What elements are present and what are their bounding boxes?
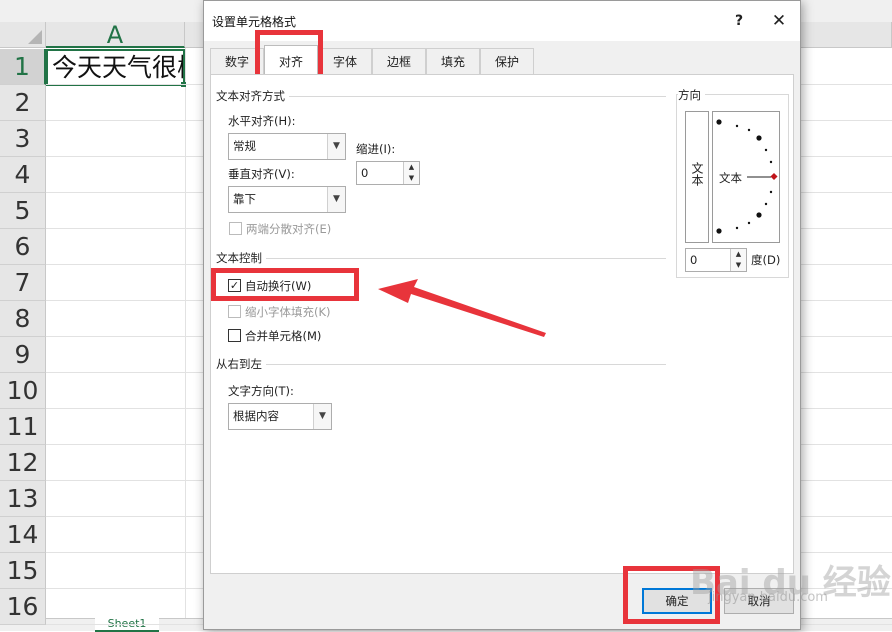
watermark-url: jingyan.baidu.com	[708, 590, 828, 605]
row-header[interactable]: 6	[0, 229, 46, 265]
tab-fill[interactable]: 填充	[426, 48, 480, 74]
orientation-group-title: 方向	[678, 87, 705, 103]
text-direction-value: 根据内容	[233, 409, 279, 423]
row-header[interactable]: 15	[0, 553, 46, 589]
row-header[interactable]: 9	[0, 337, 46, 373]
degrees-spinner[interactable]: 0 ▲ ▼	[685, 248, 747, 272]
row-header[interactable]: 13	[0, 481, 46, 517]
text-direction-select[interactable]: 根据内容 ▼	[228, 403, 332, 430]
chevron-down-icon[interactable]: ▼	[327, 187, 345, 212]
indent-label: 缩进(I):	[356, 142, 396, 156]
horizontal-align-label: 水平对齐(H):	[228, 114, 296, 128]
dialog-title: 设置单元格格式	[212, 15, 297, 29]
group-divider	[216, 258, 666, 259]
horizontal-align-value: 常规	[233, 139, 256, 153]
column-header-a[interactable]: A	[46, 22, 185, 48]
group-divider	[216, 364, 666, 365]
vertical-align-value: 靠下	[233, 192, 256, 206]
row-header[interactable]: 14	[0, 517, 46, 553]
spin-down-icon[interactable]: ▼	[403, 173, 419, 184]
orientation-dial[interactable]: 文本	[712, 111, 780, 243]
row-header[interactable]: 2	[0, 85, 46, 121]
vertical-text-button[interactable]: 文本	[685, 111, 709, 243]
cell-a1[interactable]: 今天天气很棒	[46, 49, 185, 86]
right-to-left-group-title: 从右到左	[216, 356, 266, 372]
grid-line	[185, 48, 186, 618]
chevron-down-icon[interactable]: ▼	[313, 404, 331, 429]
horizontal-align-select[interactable]: 常规 ▼	[228, 133, 346, 160]
dial-text-label: 文本	[719, 171, 742, 185]
red-arrow-annotation	[378, 279, 546, 337]
justify-distributed-label: 两端分散对齐(E)	[246, 222, 332, 236]
tab-protection[interactable]: 保护	[480, 48, 534, 74]
close-button[interactable]: ✕	[764, 9, 794, 33]
row-header[interactable]: 12	[0, 445, 46, 481]
row-header[interactable]: 5	[0, 193, 46, 229]
select-all-corner[interactable]	[0, 22, 46, 48]
row-header[interactable]: 16	[0, 589, 46, 625]
spin-down-icon[interactable]: ▼	[730, 260, 746, 271]
row-header[interactable]: 11	[0, 409, 46, 445]
degrees-value: 0	[690, 253, 698, 267]
merge-cells-checkbox[interactable]	[228, 329, 241, 342]
text-direction-label: 文字方向(T):	[228, 384, 294, 398]
format-cells-dialog: 设置单元格格式 ? ✕ 数字 对齐 字体 边框 填充 保护 文本对齐方式 水平对…	[203, 0, 801, 630]
row-header[interactable]: 1	[0, 49, 46, 85]
row-header[interactable]: 10	[0, 373, 46, 409]
justify-distributed-checkbox[interactable]	[229, 222, 242, 235]
row-header[interactable]: 4	[0, 157, 46, 193]
degrees-label: 度(D)	[751, 253, 781, 267]
row-header[interactable]: 7	[0, 265, 46, 301]
row-header[interactable]: 8	[0, 301, 46, 337]
tab-border[interactable]: 边框	[372, 48, 426, 74]
wrap-text-highlight-box	[211, 268, 359, 301]
merge-cells-label[interactable]: 合并单元格(M)	[245, 328, 321, 344]
help-button[interactable]: ?	[724, 9, 754, 33]
chevron-down-icon[interactable]: ▼	[327, 134, 345, 159]
text-alignment-group-title: 文本对齐方式	[216, 88, 289, 104]
shrink-to-fit-label: 缩小字体填充(K)	[245, 305, 331, 319]
indent-value: 0	[361, 166, 369, 180]
tab-font[interactable]: 字体	[318, 48, 372, 74]
vertical-align-select[interactable]: 靠下 ▼	[228, 186, 346, 213]
text-control-group-title: 文本控制	[216, 250, 266, 266]
vertical-align-label: 垂直对齐(V):	[228, 167, 295, 181]
indent-spinner[interactable]: 0 ▲ ▼	[356, 161, 420, 185]
vertical-text-label: 文本	[690, 162, 704, 186]
shrink-to-fit-checkbox[interactable]	[228, 305, 241, 318]
row-header[interactable]: 3	[0, 121, 46, 157]
